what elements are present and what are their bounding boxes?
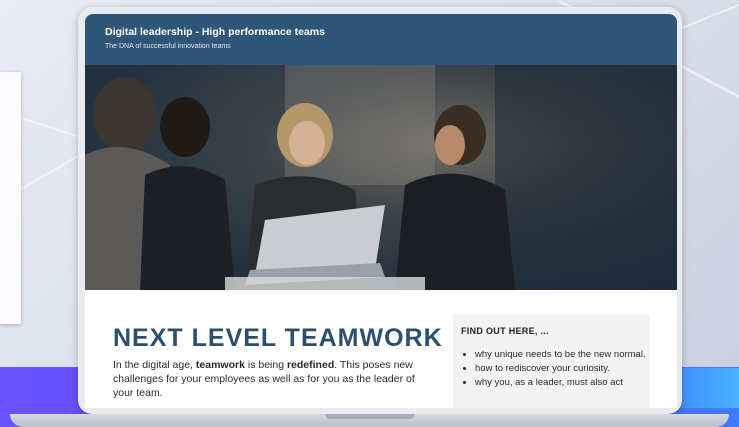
- meeting-photo-illustration: [85, 65, 677, 290]
- intro-emphasis-teamwork: teamwork: [195, 359, 245, 371]
- find-out-list: why unique needs to be the new normal. h…: [461, 348, 650, 390]
- list-item: why unique needs to be the new normal.: [475, 348, 650, 361]
- list-item: why you, as a leader, must also act: [475, 376, 650, 389]
- course-title: Digital leadership - High performance te…: [105, 26, 325, 38]
- intro-part: In the digital age,: [113, 359, 196, 371]
- find-out-box: FIND OUT HERE, ... why unique needs to b…: [453, 314, 650, 408]
- course-header: Digital leadership - High performance te…: [85, 14, 677, 65]
- hero-image: [85, 65, 677, 290]
- intro-text: In the digital age, teamwork is being re…: [113, 358, 423, 400]
- background-band-accent: [674, 368, 739, 408]
- content-section: NEXT LEVEL TEAMWORK In the digital age, …: [85, 290, 677, 408]
- laptop-screen: Digital leadership - High performance te…: [85, 14, 677, 408]
- laptop-base: [10, 414, 729, 427]
- course-subtitle: The DNA of successful innovation teams: [105, 43, 231, 50]
- list-item: how to rediscover your curiosity.: [475, 362, 650, 375]
- intro-part: is being: [244, 359, 287, 371]
- headline: NEXT LEVEL TEAMWORK: [113, 324, 443, 352]
- find-out-title: FIND OUT HERE, ...: [461, 326, 549, 336]
- side-card: [0, 72, 21, 324]
- intro-emphasis-redefined: redefined: [286, 359, 335, 371]
